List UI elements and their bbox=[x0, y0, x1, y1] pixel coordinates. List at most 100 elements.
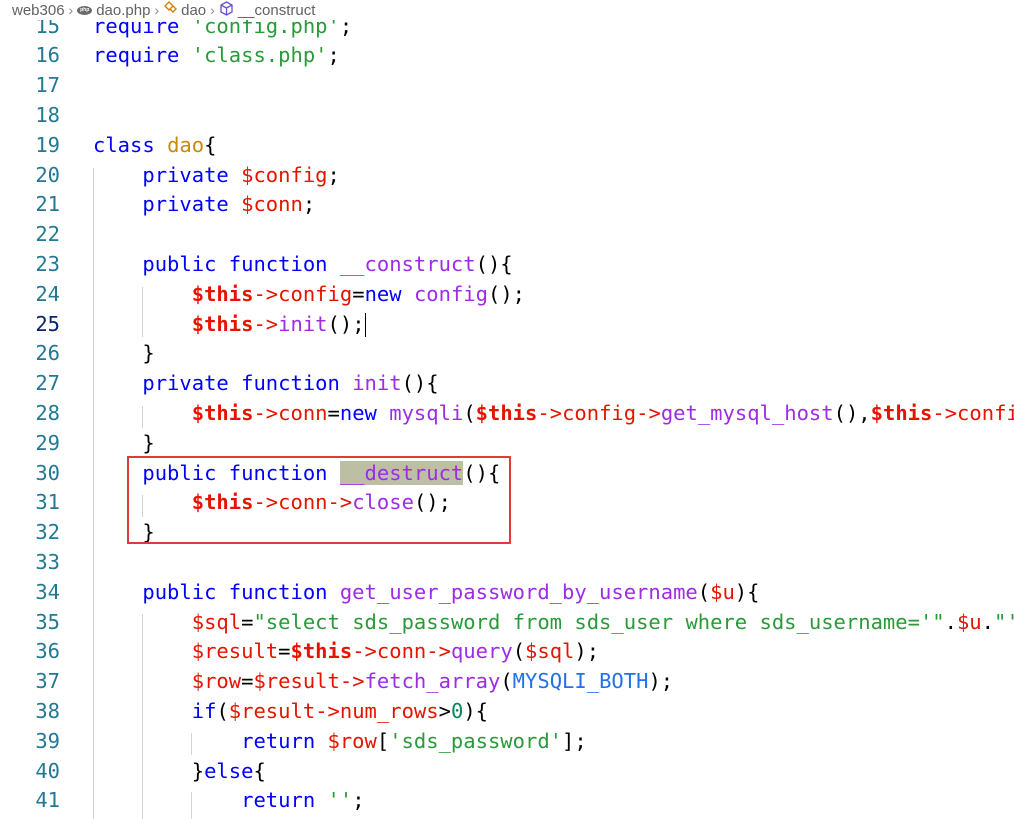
line-number: 36 bbox=[35, 639, 60, 664]
code-token: 'sds_password' bbox=[389, 728, 563, 753]
code-line[interactable]: 33 bbox=[0, 548, 1014, 578]
code-token: $u bbox=[710, 579, 735, 604]
code-token: config bbox=[562, 400, 637, 425]
code-line[interactable]: 17 bbox=[0, 71, 1014, 101]
breadcrumb-class[interactable]: dao bbox=[181, 2, 206, 19]
line-number: 18 bbox=[35, 102, 60, 127]
code-token: ]; bbox=[562, 728, 587, 753]
code-line[interactable]: 36 $result=$this->conn->query($sql); bbox=[0, 637, 1014, 667]
line-number: 30 bbox=[35, 460, 60, 485]
code-token: = bbox=[241, 609, 254, 634]
code-token: config bbox=[957, 400, 1014, 425]
code-token: get_mysql_host bbox=[660, 400, 834, 425]
code-token: (){ bbox=[475, 251, 513, 276]
code-token: -> bbox=[339, 669, 365, 694]
php-file-icon: php bbox=[77, 5, 93, 15]
code-editor[interactable]: 15 require 'config.php'; 16 require 'class.… bbox=[0, 0, 1014, 819]
line-number: 40 bbox=[35, 758, 60, 783]
code-token: $row bbox=[191, 669, 242, 694]
breadcrumb-method[interactable]: __construct bbox=[238, 2, 316, 19]
code-text: private $config; bbox=[93, 161, 340, 191]
line-number: 41 bbox=[35, 788, 60, 813]
line-number: 23 bbox=[35, 251, 60, 276]
code-text: $result=$this->conn->query($sql); bbox=[93, 637, 599, 667]
code-token: MYSQLI_BOTH bbox=[512, 669, 649, 694]
code-line[interactable]: 18 bbox=[0, 101, 1014, 131]
code-line[interactable]: 37 $row=$result->fetch_array(MYSQLI_BOTH… bbox=[0, 667, 1014, 697]
code-token: $config bbox=[241, 162, 328, 187]
method-cube-icon bbox=[219, 0, 234, 20]
code-token: $this bbox=[191, 311, 254, 336]
code-token: -> bbox=[537, 400, 563, 425]
line-number: 16 bbox=[35, 43, 60, 68]
code-line[interactable]: 41 return ''; bbox=[0, 786, 1014, 816]
code-token: -> bbox=[253, 400, 279, 425]
line-number: 19 bbox=[35, 132, 60, 157]
code-token: = bbox=[352, 281, 365, 306]
code-line[interactable]: 21 private $conn; bbox=[0, 190, 1014, 220]
code-line[interactable]: 29 } bbox=[0, 429, 1014, 459]
code-token: new bbox=[364, 281, 414, 306]
code-token: require bbox=[93, 43, 192, 68]
code-line[interactable]: 39 return $row['sds_password']; bbox=[0, 727, 1014, 757]
code-token: = bbox=[241, 669, 254, 694]
code-token: = bbox=[278, 639, 291, 664]
code-token: > bbox=[438, 698, 451, 723]
code-line[interactable]: 27 private function init(){ bbox=[0, 369, 1014, 399]
code-token: fetch_array bbox=[364, 669, 501, 694]
line-number: 35 bbox=[35, 609, 60, 634]
code-token: ; bbox=[327, 162, 340, 187]
code-text: if($result->num_rows>0){ bbox=[93, 697, 488, 727]
code-token: . bbox=[981, 609, 994, 634]
chevron-right-icon: › bbox=[210, 2, 215, 18]
code-line[interactable]: 23 public function __construct(){ bbox=[0, 250, 1014, 280]
line-number: 32 bbox=[35, 520, 60, 545]
code-token: } bbox=[93, 341, 155, 366]
code-token: public function bbox=[93, 251, 340, 276]
code-text: $this->conn=new mysqli($this->config->ge… bbox=[93, 399, 1014, 429]
code-text: public function __construct(){ bbox=[93, 250, 513, 280]
code-token: 0 bbox=[450, 698, 464, 723]
code-line[interactable]: 38 if($result->num_rows>0){ bbox=[0, 697, 1014, 727]
code-token: $result bbox=[253, 669, 340, 694]
code-token: $this bbox=[870, 400, 933, 425]
code-token: ( bbox=[463, 400, 476, 425]
code-line[interactable]: 20 private $config; bbox=[0, 161, 1014, 191]
class-icon bbox=[163, 1, 178, 19]
code-token: "select sds_password from sds_user where… bbox=[253, 609, 945, 634]
code-line[interactable]: 28 $this->conn=new mysqli($this->config-… bbox=[0, 399, 1014, 429]
code-token: $sql bbox=[191, 609, 242, 634]
code-line[interactable]: 35 $sql="select sds_password from sds_us… bbox=[0, 608, 1014, 638]
code-text: return ''; bbox=[93, 786, 365, 816]
breadcrumb-folder[interactable]: web306 bbox=[12, 2, 65, 19]
code-token: get_user_password_by_username bbox=[339, 579, 698, 604]
code-token: "' bbox=[994, 609, 1014, 634]
code-line[interactable]: 24 $this->config=new config(); bbox=[0, 280, 1014, 310]
code-token: config bbox=[278, 281, 353, 306]
code-line[interactable]: 25 $this->init(); bbox=[0, 310, 1014, 340]
code-line[interactable]: 34 public function get_user_password_by_… bbox=[0, 578, 1014, 608]
code-line[interactable]: 19 class dao{ bbox=[0, 131, 1014, 161]
text-cursor bbox=[364, 312, 366, 337]
code-token: ; bbox=[327, 43, 340, 68]
code-token: private bbox=[93, 162, 242, 187]
line-number: 39 bbox=[35, 728, 60, 753]
code-token: ; bbox=[352, 788, 365, 813]
code-token: ( bbox=[500, 669, 513, 694]
code-token: $this bbox=[191, 400, 254, 425]
code-line[interactable]: 40 }else{ bbox=[0, 757, 1014, 787]
line-number: 33 bbox=[35, 549, 60, 574]
code-token: $sql bbox=[525, 639, 575, 664]
breadcrumb-file[interactable]: dao.php bbox=[96, 2, 150, 19]
code-token: -> bbox=[253, 281, 279, 306]
code-token: -> bbox=[636, 400, 661, 425]
code-token: ( bbox=[216, 698, 229, 723]
line-number: 21 bbox=[35, 192, 60, 217]
code-line[interactable]: 16 require 'class.php'; bbox=[0, 41, 1014, 71]
code-line[interactable]: 22 bbox=[0, 220, 1014, 250]
code-token: $this bbox=[475, 400, 538, 425]
code-token: = bbox=[327, 400, 340, 425]
code-line[interactable]: 26 } bbox=[0, 339, 1014, 369]
code-token: '' bbox=[327, 788, 353, 813]
